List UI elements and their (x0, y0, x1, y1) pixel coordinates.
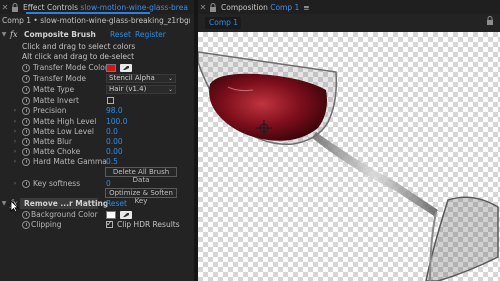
param-row: › Hard Matte Gamma 0.5 (0, 156, 194, 167)
stopwatch-icon[interactable] (22, 157, 30, 166)
eyedropper-icon[interactable] (120, 210, 132, 219)
fx-icon[interactable]: fx (10, 30, 17, 39)
optimize-soften-key-button[interactable]: Optimize & Soften Key (105, 188, 177, 205)
stopwatch-icon[interactable] (22, 179, 30, 188)
matte-type-dropdown[interactable]: Hair (v1.4) ⌄ (106, 85, 176, 94)
tab-title: Composition (221, 2, 268, 12)
reset-link[interactable]: Reset (106, 199, 127, 208)
panel-menu-icon[interactable]: ≡ (303, 3, 309, 12)
param-label: Key softness (33, 179, 81, 188)
param-value[interactable]: 98.0 (106, 106, 123, 115)
expand-triangle-icon[interactable]: › (11, 128, 19, 135)
param-label: Matte Low Level (33, 127, 94, 136)
layer-path: Comp 1 • slow-motion-wine-glass-breaking… (2, 16, 190, 25)
eyedropper-icon[interactable] (120, 63, 132, 72)
composition-tabbar: ✕ Composition Comp 1 ≡ (198, 0, 500, 14)
stopwatch-icon[interactable] (22, 63, 30, 72)
wine-glass-image (198, 51, 499, 281)
stopwatch-icon[interactable] (22, 147, 30, 156)
param-value[interactable]: 0.5 (106, 157, 118, 166)
stopwatch-icon[interactable] (22, 74, 30, 83)
effect-name: Remove ...r Matting (24, 199, 109, 208)
help-text: Alt click and drag to de-select (22, 52, 135, 61)
stopwatch-icon[interactable] (22, 220, 30, 229)
stopwatch-icon[interactable] (22, 137, 30, 146)
param-label: Background Color (31, 210, 98, 219)
tab-comp-name: Comp 1 (270, 2, 300, 12)
expand-triangle-icon[interactable]: › (11, 118, 19, 125)
collapse-triangle-icon[interactable]: ▼ (0, 31, 8, 38)
chevron-down-icon: ⌄ (167, 75, 173, 82)
effect-controls-panel: ✕ Effect Controls slow-motion-wine-glass… (0, 0, 194, 281)
param-row: Transfer Mode Stencil Alpha ⌄ (0, 73, 194, 84)
param-label: Matte Type (33, 85, 75, 94)
dropdown-value: Stencil Alpha (109, 74, 155, 82)
chevron-down-icon: ⌄ (167, 86, 173, 93)
param-row: › Precision 98.0 (0, 105, 194, 116)
help-text: Click and drag to select colors (22, 42, 136, 51)
help-text-row: Alt click and drag to de-select (0, 51, 194, 62)
stopwatch-icon[interactable] (22, 127, 30, 136)
param-label: Matte Blur (33, 137, 73, 146)
composite-brush-header[interactable]: ▼ fx Composite Brush Reset Register (0, 29, 194, 40)
remove-matting-header[interactable]: ▼ fx Remove ...r Matting Reset (0, 198, 194, 209)
close-panel-icon[interactable]: ✕ (0, 3, 10, 12)
param-label: Matte High Level (33, 117, 97, 126)
stopwatch-icon[interactable] (22, 117, 30, 126)
collapse-triangle-icon[interactable]: ▼ (0, 200, 8, 207)
param-row: Transfer Mode Color (0, 62, 194, 73)
lock-icon[interactable] (486, 16, 494, 27)
param-label: Hard Matte Gamma (33, 157, 107, 166)
comp-navigator-row: Comp 1 (198, 14, 500, 32)
effect-controls-tab[interactable]: Effect Controls slow-motion-wine-glass-b… (23, 3, 188, 12)
transfer-mode-dropdown[interactable]: Stencil Alpha ⌄ (106, 74, 176, 83)
color-swatch[interactable] (106, 63, 116, 72)
matte-invert-checkbox[interactable] (107, 97, 114, 104)
stopwatch-icon[interactable] (22, 96, 30, 105)
param-row: Clipping Clip HDR Results (0, 219, 194, 230)
comp-tab[interactable]: Comp 1 (205, 17, 241, 29)
close-panel-icon[interactable]: ✕ (198, 3, 208, 12)
param-value[interactable]: 0.00 (106, 147, 123, 156)
register-link[interactable]: Register (135, 30, 166, 39)
param-label: Matte Choke (33, 147, 81, 156)
composition-viewer[interactable] (198, 32, 500, 281)
param-label: Transfer Mode Color (33, 63, 108, 72)
tab-file-name: slow-motion-wine-glass-brea (80, 2, 188, 12)
param-label: Precision (33, 106, 67, 115)
effect-name: Composite Brush (24, 30, 96, 39)
color-swatch[interactable] (106, 210, 116, 219)
checkbox-label: Clip HDR Results (117, 220, 180, 229)
tab-title: Effect Controls (23, 2, 78, 12)
lock-icon[interactable] (10, 2, 20, 12)
stopwatch-icon[interactable] (22, 85, 30, 94)
param-value[interactable]: 0.00 (106, 137, 123, 146)
stopwatch-icon[interactable] (22, 106, 30, 115)
expand-triangle-icon[interactable]: › (11, 158, 19, 165)
param-label: Matte Invert (33, 96, 79, 105)
expand-triangle-icon[interactable]: › (11, 180, 19, 187)
param-label: Clipping (31, 220, 62, 229)
param-row: Matte Type Hair (v1.4) ⌄ (0, 84, 194, 95)
expand-triangle-icon[interactable]: › (11, 107, 19, 114)
expand-triangle-icon[interactable]: › (11, 138, 19, 145)
stopwatch-icon[interactable] (22, 210, 30, 219)
delete-brush-data-button[interactable]: Delete All Brush Data (105, 167, 177, 184)
clip-hdr-checkbox[interactable] (106, 219, 113, 228)
lock-icon[interactable] (208, 2, 218, 12)
dropdown-value: Hair (v1.4) (109, 85, 147, 93)
param-value[interactable]: 0 (106, 179, 111, 188)
param-label: Transfer Mode (33, 74, 86, 83)
expand-triangle-icon[interactable]: › (11, 148, 19, 155)
active-tab-underline (26, 12, 150, 14)
composition-panel: ✕ Composition Comp 1 ≡ Comp 1 (198, 0, 500, 281)
reset-link[interactable]: Reset (110, 30, 131, 39)
param-value[interactable]: 0.0 (106, 127, 118, 136)
param-value[interactable]: 100.0 (106, 117, 127, 126)
composition-tab[interactable]: Composition Comp 1 (221, 3, 299, 12)
